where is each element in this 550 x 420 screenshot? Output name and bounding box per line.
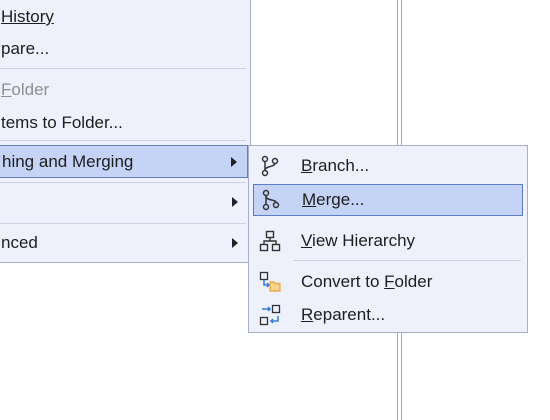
menu-item-folder: Folder: [0, 74, 250, 106]
menu-item-compare[interactable]: pare...: [0, 33, 250, 65]
menu-item-label-folder: Folder: [1, 80, 50, 99]
convert-folder-icon: [259, 271, 281, 293]
menu-item-label-branching-and-merging: hing and Merging: [2, 151, 134, 171]
submenu-item-label-view-hierarchy: View Hierarchy: [301, 231, 416, 250]
submenu-item-merge[interactable]: Merge...: [253, 184, 523, 216]
submenu-item-label-convert-to-folder: Convert to Folder: [301, 272, 433, 291]
reparent-icon: [259, 304, 281, 326]
menu-separator: [0, 223, 246, 224]
submenu-item-branch[interactable]: Branch...: [249, 150, 527, 182]
menu-item-label-items-to-folder: tems to Folder...: [1, 113, 123, 132]
merge-icon: [260, 189, 282, 211]
menu-item-label-history: History: [1, 7, 54, 26]
submenu-arrow-icon: [231, 157, 237, 167]
submenu-item-view-hierarchy[interactable]: View Hierarchy: [249, 225, 527, 257]
submenu-item-reparent[interactable]: Reparent...: [249, 299, 527, 331]
menu-item-items-to-folder[interactable]: tems to Folder...: [0, 107, 250, 139]
hierarchy-icon: [259, 230, 281, 252]
menu-item-history[interactable]: History: [0, 1, 250, 33]
branching-submenu: Branch... Merge... View Hierarchy Conver…: [248, 145, 528, 333]
menu-separator: [0, 140, 246, 141]
submenu-item-label-reparent: Reparent...: [301, 305, 386, 324]
menu-item-advanced[interactable]: nced: [0, 227, 250, 259]
menu-item-label-advanced: nced: [1, 233, 38, 252]
context-menu: History pare... Folder tems to Folder...…: [0, 0, 251, 263]
submenu-item-label-merge: Merge...: [302, 190, 365, 209]
submenu-item-convert-to-folder[interactable]: Convert to Folder: [249, 266, 527, 298]
branch-icon: [259, 155, 281, 177]
menu-separator: [0, 182, 246, 183]
menu-separator: [0, 68, 246, 69]
menu-separator: [293, 260, 521, 261]
submenu-arrow-icon: [232, 197, 238, 207]
menu-item-unnamed-submenu[interactable]: [0, 186, 250, 218]
menu-item-label-compare: pare...: [1, 39, 50, 58]
menu-item-branching-and-merging[interactable]: hing and Merging: [0, 145, 248, 178]
submenu-item-label-branch: Branch...: [301, 156, 370, 175]
submenu-arrow-icon: [232, 238, 238, 248]
